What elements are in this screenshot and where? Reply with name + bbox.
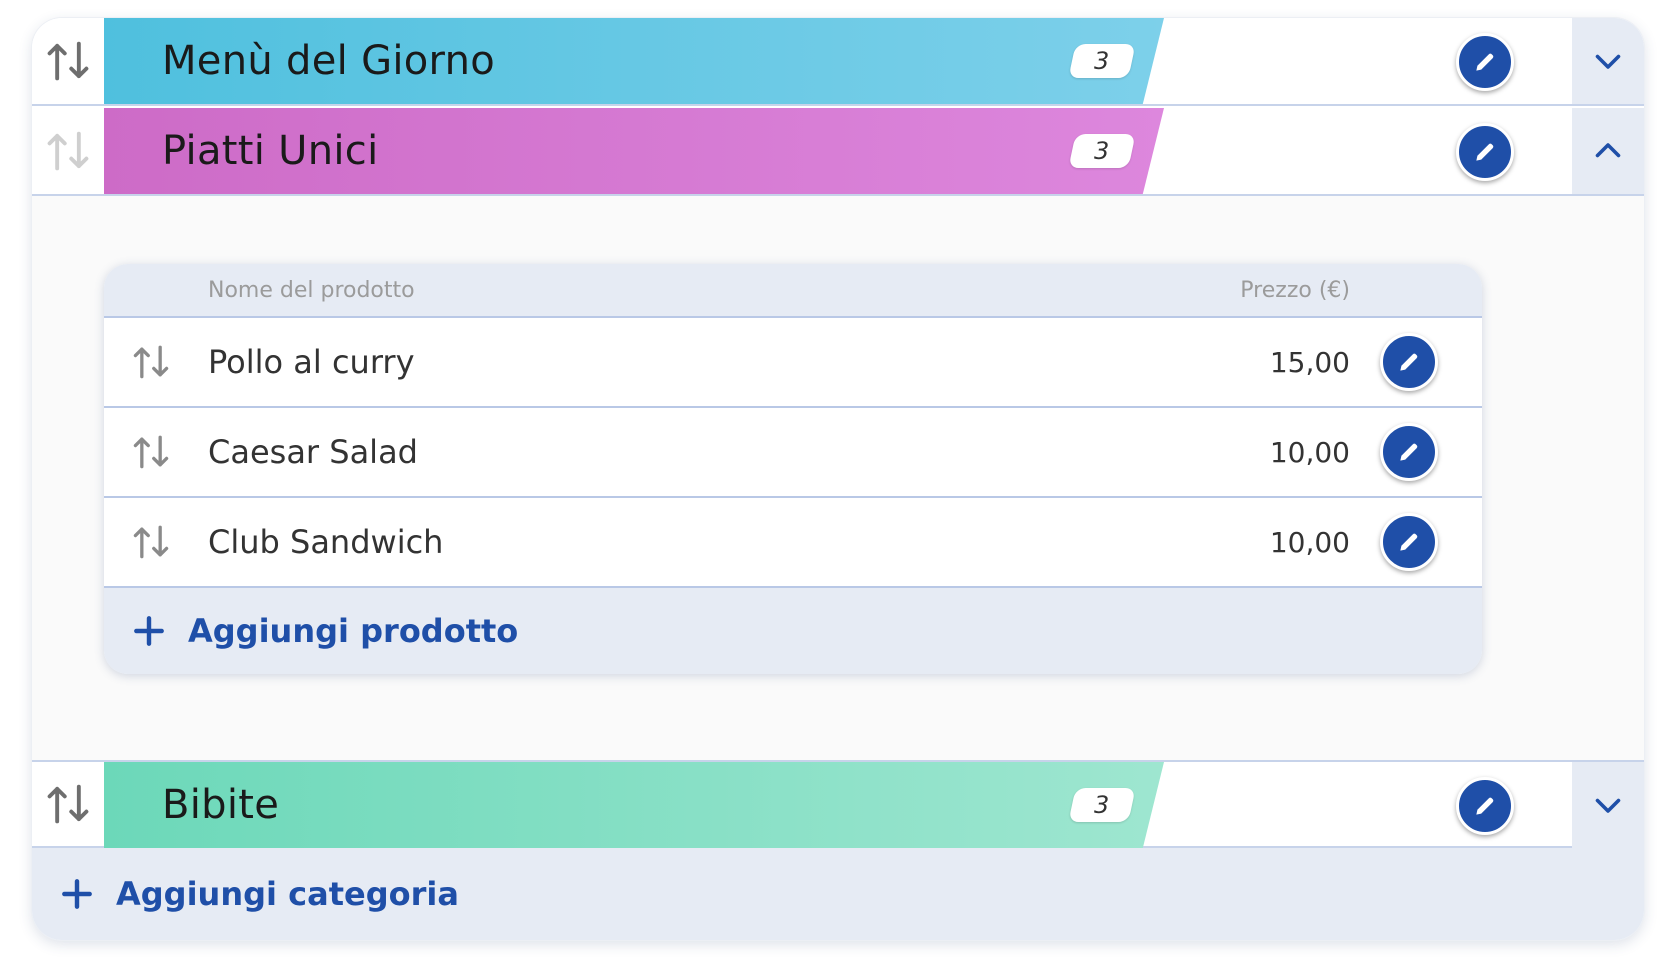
product-name: Club Sandwich bbox=[208, 523, 444, 561]
column-header-name: Nome del prodotto bbox=[208, 277, 415, 303]
product-table-header: Nome del prodotto Prezzo (€) bbox=[104, 264, 1482, 318]
product-table: Nome del prodotto Prezzo (€) Pollo al cu… bbox=[104, 264, 1482, 674]
edit-product-button[interactable] bbox=[1380, 333, 1438, 391]
product-count-badge: 3 bbox=[1068, 788, 1136, 822]
chevron-down-icon bbox=[1595, 54, 1621, 69]
collapse-category-button[interactable] bbox=[1572, 108, 1644, 194]
plus-icon bbox=[58, 875, 96, 913]
plus-icon bbox=[130, 612, 168, 650]
add-product-button[interactable]: Aggiungi prodotto bbox=[104, 588, 1482, 674]
product-price: 15,00 bbox=[1269, 345, 1350, 379]
add-product-label: Aggiungi prodotto bbox=[188, 612, 519, 650]
category-title: Menù del Giorno bbox=[162, 38, 496, 84]
pencil-icon bbox=[1472, 49, 1498, 75]
edit-product-button[interactable] bbox=[1380, 513, 1438, 571]
pencil-icon bbox=[1396, 439, 1422, 465]
sort-arrows-icon[interactable] bbox=[32, 108, 104, 194]
product-count: 3 bbox=[1094, 47, 1110, 75]
product-count: 3 bbox=[1094, 137, 1110, 165]
product-name: Pollo al curry bbox=[208, 343, 415, 381]
pencil-icon bbox=[1472, 793, 1498, 819]
edit-category-button[interactable] bbox=[1456, 123, 1514, 181]
product-count-badge: 3 bbox=[1068, 134, 1136, 168]
expand-category-button[interactable] bbox=[1572, 762, 1644, 848]
product-row[interactable]: Caesar Salad 10,00 bbox=[104, 408, 1482, 498]
expand-category-button[interactable] bbox=[1572, 18, 1644, 104]
product-price: 10,00 bbox=[1269, 525, 1350, 559]
edit-category-button[interactable] bbox=[1456, 33, 1514, 91]
category-expanded-area: Nome del prodotto Prezzo (€) Pollo al cu… bbox=[32, 196, 1644, 760]
chevron-up-icon bbox=[1595, 143, 1621, 158]
product-row[interactable]: Pollo al curry 15,00 bbox=[104, 318, 1482, 408]
sort-arrows-icon[interactable] bbox=[126, 498, 176, 586]
category-list-panel: Menù del Giorno 3 Piatti Unici 3 Nome de… bbox=[32, 18, 1644, 940]
product-row[interactable]: Club Sandwich 10,00 bbox=[104, 498, 1482, 588]
edit-category-button[interactable] bbox=[1456, 777, 1514, 835]
sort-arrows-icon[interactable] bbox=[126, 408, 176, 496]
pencil-icon bbox=[1472, 139, 1498, 165]
product-name: Caesar Salad bbox=[208, 433, 418, 471]
sort-arrows-icon[interactable] bbox=[32, 762, 104, 846]
product-count: 3 bbox=[1094, 791, 1110, 819]
category-title: Piatti Unici bbox=[162, 128, 379, 174]
sort-arrows-icon[interactable] bbox=[32, 18, 104, 104]
category-row-piatti-unici[interactable]: Piatti Unici 3 bbox=[32, 108, 1644, 196]
add-category-button[interactable]: Aggiungi categoria bbox=[32, 848, 1644, 940]
category-row-menu-del-giorno[interactable]: Menù del Giorno 3 bbox=[32, 18, 1644, 106]
column-header-price: Prezzo (€) bbox=[1240, 277, 1350, 303]
pencil-icon bbox=[1396, 349, 1422, 375]
add-category-label: Aggiungi categoria bbox=[116, 875, 459, 913]
category-row-bibite[interactable]: Bibite 3 bbox=[32, 760, 1644, 848]
edit-product-button[interactable] bbox=[1380, 423, 1438, 481]
sort-arrows-icon[interactable] bbox=[126, 318, 176, 406]
pencil-icon bbox=[1396, 529, 1422, 555]
product-price: 10,00 bbox=[1269, 435, 1350, 469]
category-title: Bibite bbox=[162, 782, 280, 828]
chevron-down-icon bbox=[1595, 798, 1621, 813]
product-count-badge: 3 bbox=[1068, 44, 1136, 78]
